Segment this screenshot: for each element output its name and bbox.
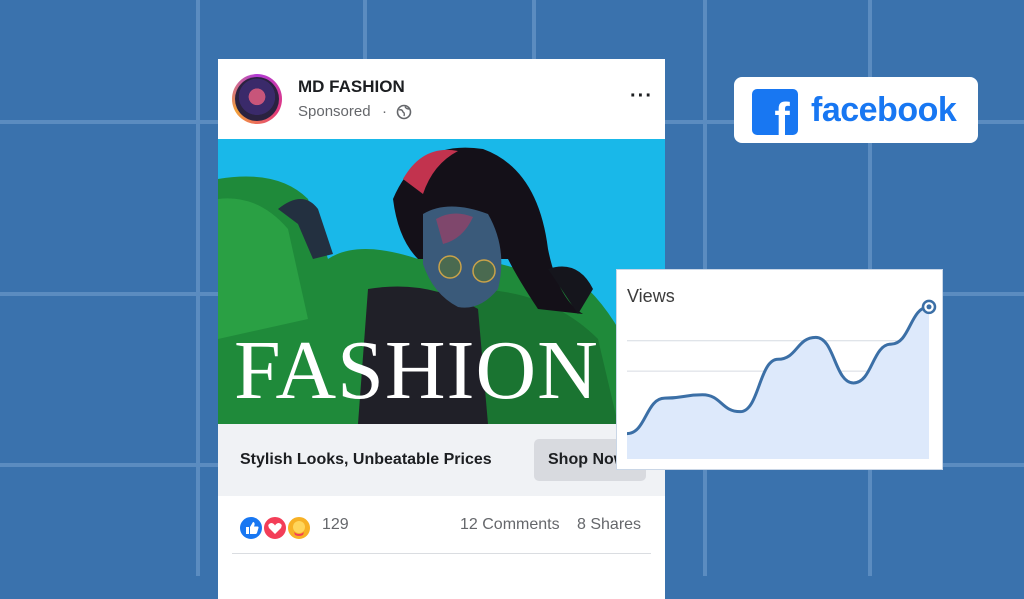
chart-area [627, 306, 929, 459]
separator-dot: · [382, 103, 387, 120]
love-icon[interactable] [262, 515, 288, 541]
avatar[interactable] [232, 74, 282, 124]
sponsored-post: MD FASHION Sponsored · ··· FASHION Styli… [218, 59, 665, 599]
views-chart: Views [617, 270, 942, 469]
facebook-wordmark: facebook [811, 91, 957, 129]
sponsored-label[interactable]: Sponsored [298, 103, 371, 120]
ad-image[interactable]: FASHION [218, 139, 665, 424]
globe-icon [396, 104, 412, 120]
facebook-badge: f facebook [734, 77, 978, 143]
more-options-icon[interactable]: ··· [630, 85, 653, 108]
shares-count[interactable]: 8 Shares [577, 516, 641, 534]
hero-title: FASHION [234, 324, 599, 417]
post-header: MD FASHION Sponsored · ··· [218, 59, 665, 139]
care-icon[interactable] [286, 515, 312, 541]
divider [232, 553, 651, 554]
grid-line [196, 0, 200, 576]
ad-tagline[interactable]: Stylish Looks, Unbeatable Prices [240, 451, 492, 469]
engagement-stats: 129 12 Comments 8 Shares [218, 496, 665, 554]
cta-bar: Stylish Looks, Unbeatable Prices Shop No… [218, 424, 665, 496]
facebook-logo-letter: f [774, 93, 790, 135]
page-name[interactable]: MD FASHION [298, 77, 405, 97]
comments-count[interactable]: 12 Comments [460, 516, 560, 534]
like-icon[interactable] [238, 515, 264, 541]
reaction-count[interactable]: 129 [322, 516, 349, 534]
facebook-logo-icon: f [752, 89, 798, 135]
chart-title: Views [627, 286, 675, 306]
chart-end-marker-dot [926, 304, 932, 310]
